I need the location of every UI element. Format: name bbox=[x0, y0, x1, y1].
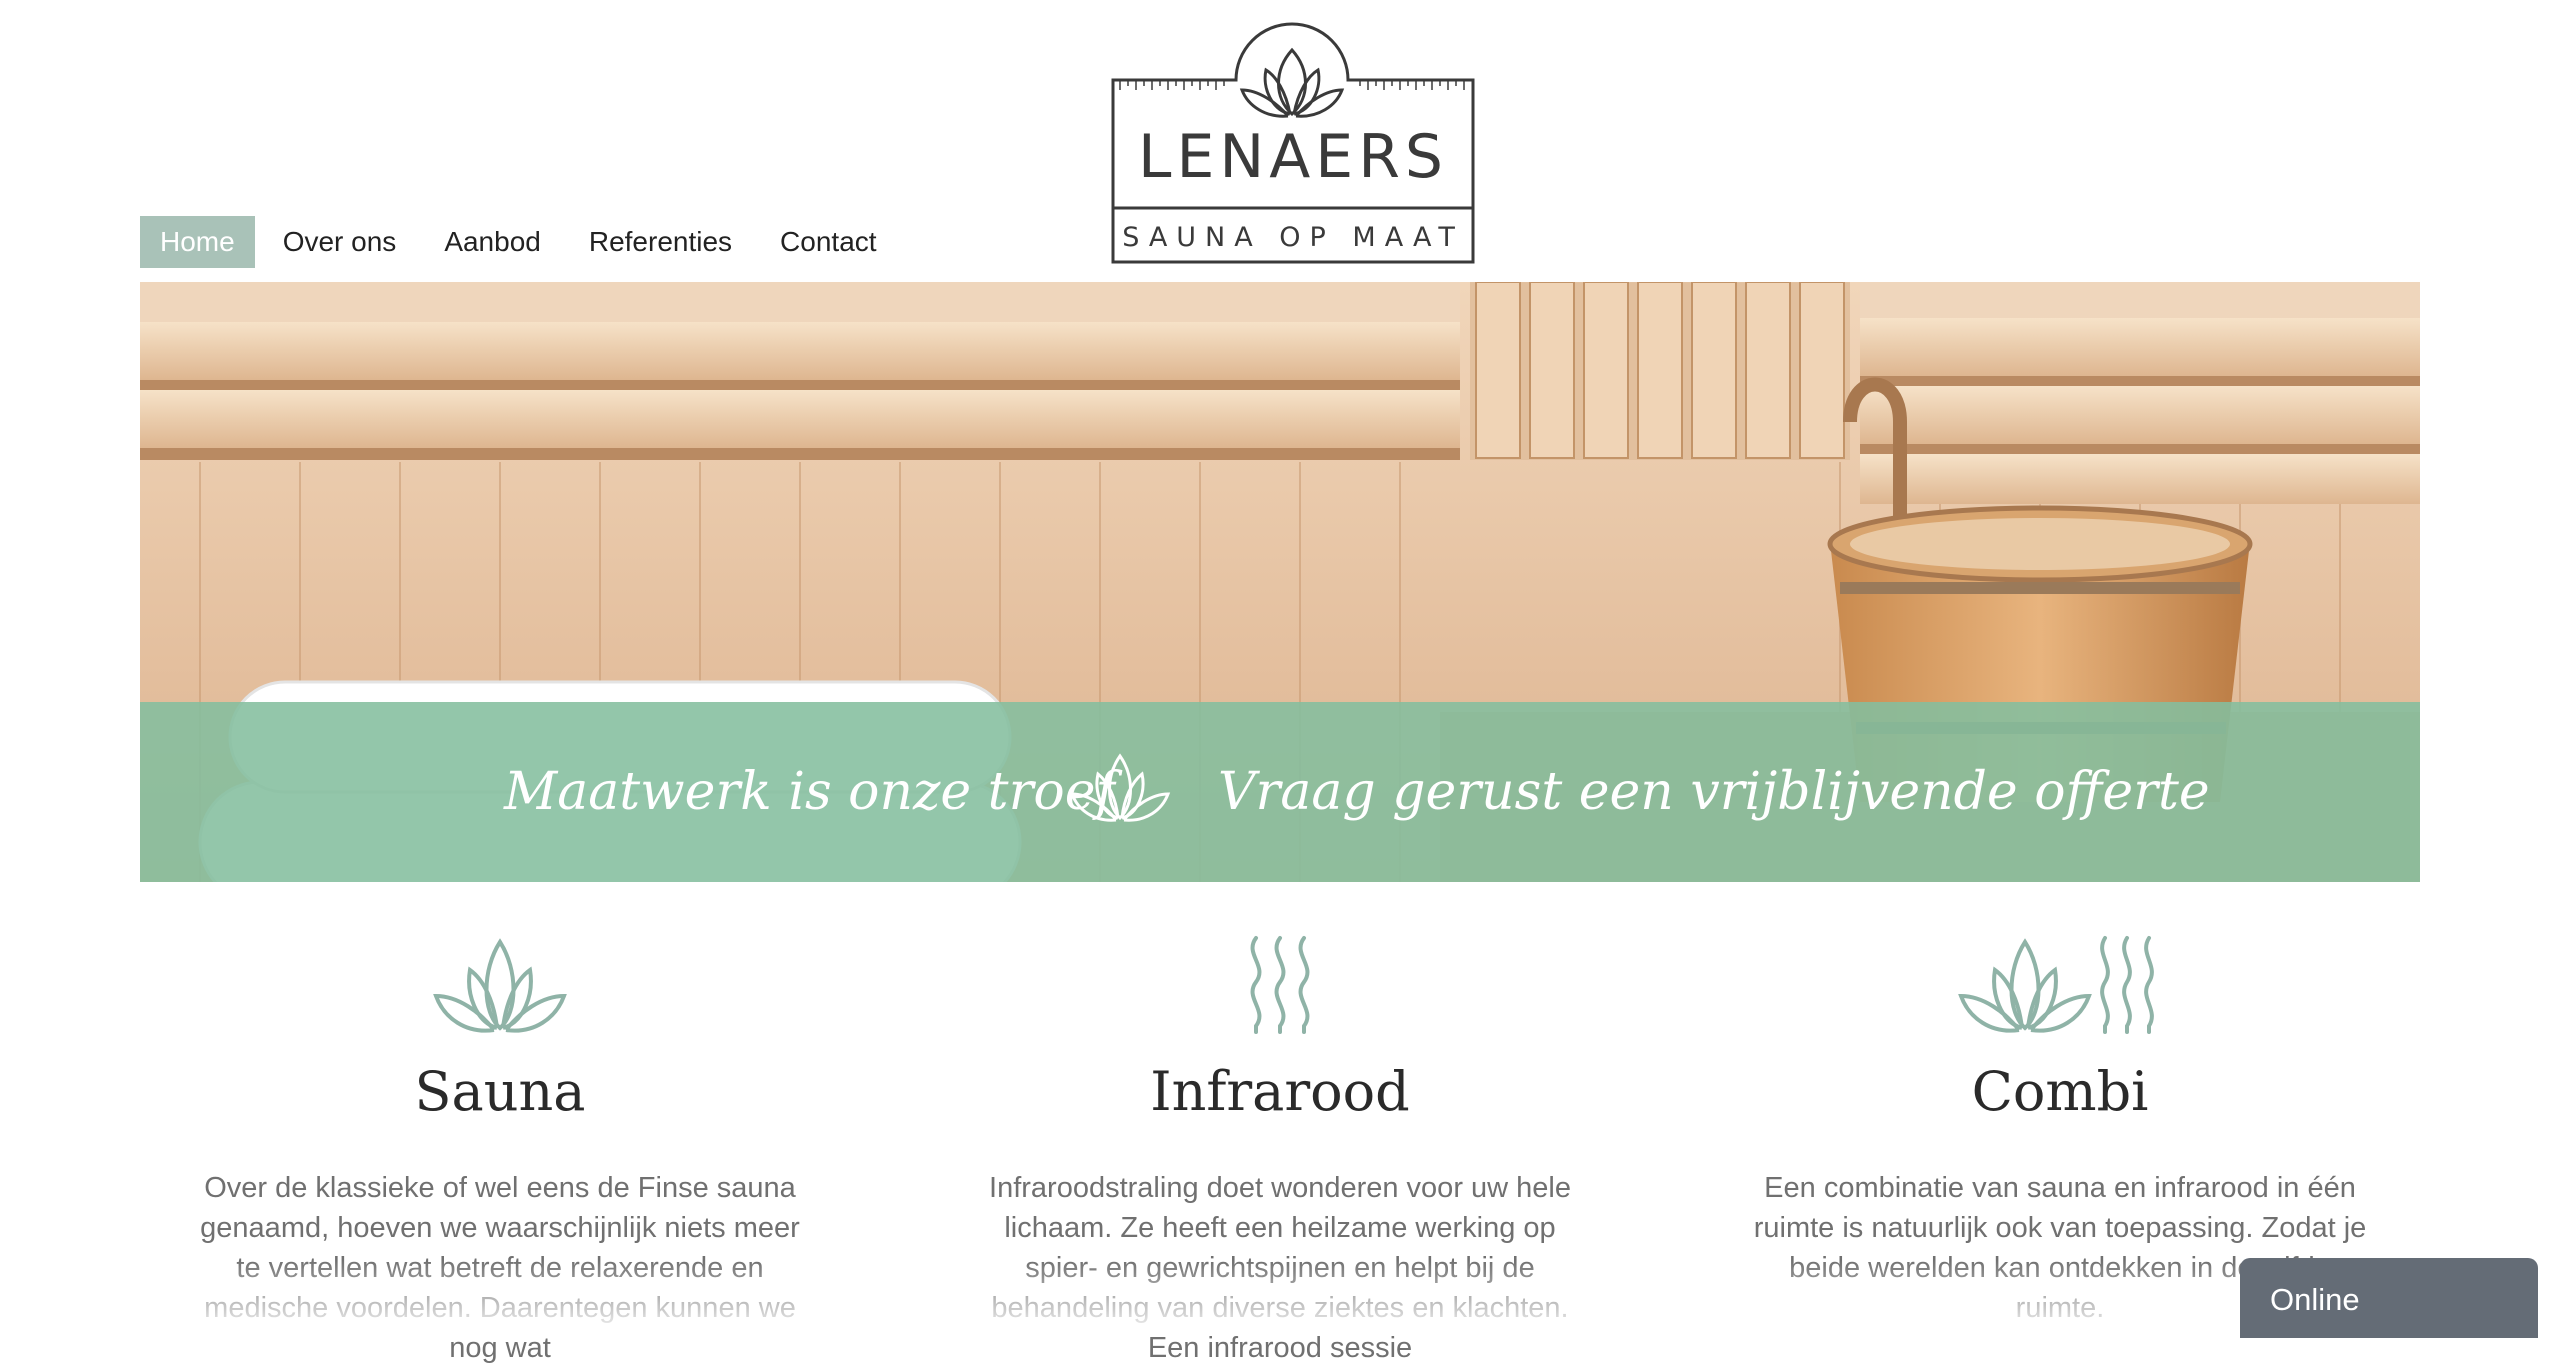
feature-title: Sauna bbox=[414, 1060, 586, 1123]
hero-banner: Maatwerk is onze troef Vraag gerust een … bbox=[140, 282, 2420, 882]
slogan-right: Vraag gerust een vrijblijvende offerte bbox=[1218, 762, 2210, 822]
feature-title: Combi bbox=[1971, 1060, 2149, 1123]
nav-item-referenties[interactable]: Referenties bbox=[569, 216, 752, 268]
slogan-banner: Maatwerk is onze troef Vraag gerust een … bbox=[140, 702, 2420, 882]
slogan-left: Maatwerk is onze troef bbox=[504, 762, 1115, 822]
lotus-icon bbox=[433, 938, 567, 1033]
logo-name: LENAERS bbox=[1138, 122, 1448, 192]
feature-title: Infrarood bbox=[1150, 1060, 1410, 1123]
logo-lotus-icon bbox=[1239, 47, 1345, 118]
nav-item-over-ons[interactable]: Over ons bbox=[263, 216, 417, 268]
online-chat-tab[interactable]: Online bbox=[2240, 1258, 2538, 1338]
nav-item-contact[interactable]: Contact bbox=[760, 216, 897, 268]
nav-item-home[interactable]: Home bbox=[140, 216, 255, 268]
nav-item-aanbod[interactable]: Aanbod bbox=[424, 216, 561, 268]
lenaers-logo[interactable]: LENAERS SAUNA OP MAAT bbox=[1108, 22, 1478, 268]
heat-waves-icon bbox=[1250, 936, 1310, 1034]
main-nav: Home Over ons Aanbod Referenties Contact bbox=[140, 216, 905, 268]
lotus-icon bbox=[1069, 753, 1171, 822]
bottom-fade bbox=[0, 1260, 2558, 1334]
logo-tagline: SAUNA OP MAAT bbox=[1122, 222, 1464, 253]
lotus-heat-waves-icon bbox=[1958, 936, 2154, 1034]
